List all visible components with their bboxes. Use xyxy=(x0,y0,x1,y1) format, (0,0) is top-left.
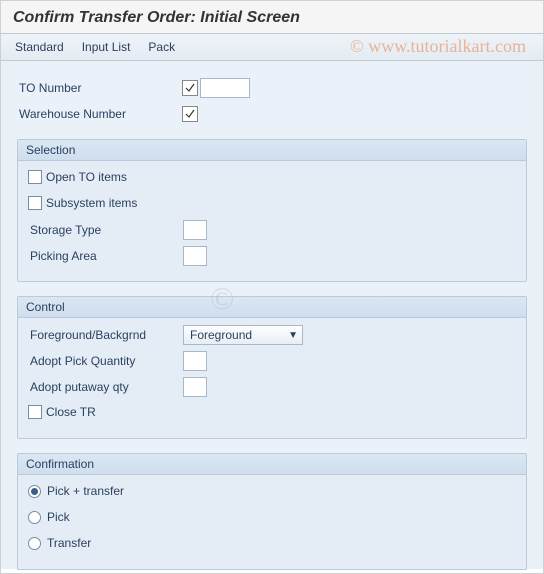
pick-transfer-label: Pick + transfer xyxy=(47,484,124,498)
warehouse-number-row: Warehouse Number xyxy=(17,103,527,125)
subsystem-items-checkbox[interactable]: Subsystem items xyxy=(28,193,516,213)
pick-radio[interactable]: Pick xyxy=(28,507,516,527)
confirmation-title: Confirmation xyxy=(18,454,526,475)
to-number-label: TO Number xyxy=(17,81,182,95)
adopt-putaway-qty-input[interactable] xyxy=(183,377,207,397)
page-title: Confirm Transfer Order: Initial Screen xyxy=(1,1,543,33)
content-area: TO Number Warehouse Number Selection Ope… xyxy=(1,61,543,569)
menu-bar: Standard Input List Pack xyxy=(1,33,543,61)
adopt-pick-quantity-label: Adopt Pick Quantity xyxy=(28,354,183,368)
warehouse-number-label: Warehouse Number xyxy=(17,107,182,121)
radio-icon xyxy=(28,485,41,498)
chevron-down-icon: ▼ xyxy=(288,330,298,341)
picking-area-input[interactable] xyxy=(183,246,207,266)
checkbox-icon xyxy=(28,196,42,210)
close-tr-checkbox[interactable]: Close TR xyxy=(28,402,516,422)
adopt-putaway-qty-label: Adopt putaway qty xyxy=(28,380,183,394)
to-number-input[interactable] xyxy=(200,78,250,98)
subsystem-items-label: Subsystem items xyxy=(46,196,137,210)
adopt-pick-quantity-row: Adopt Pick Quantity xyxy=(28,350,516,372)
adopt-pick-quantity-input[interactable] xyxy=(183,351,207,371)
menu-pack[interactable]: Pack xyxy=(148,40,175,54)
open-to-items-checkbox[interactable]: Open TO items xyxy=(28,167,516,187)
checkbox-icon xyxy=(28,170,42,184)
selection-group: Selection Open TO items Subsystem items … xyxy=(17,139,527,282)
checkbox-icon xyxy=(28,405,42,419)
foreground-background-value: Foreground xyxy=(190,328,252,342)
storage-type-input[interactable] xyxy=(183,220,207,240)
selection-title: Selection xyxy=(18,140,526,161)
radio-icon xyxy=(28,537,41,550)
storage-type-row: Storage Type xyxy=(28,219,516,241)
required-icon xyxy=(182,80,198,96)
control-group: Control Foreground/Backgrnd Foreground ▼… xyxy=(17,296,527,439)
storage-type-label: Storage Type xyxy=(28,223,183,237)
picking-area-row: Picking Area xyxy=(28,245,516,267)
adopt-putaway-qty-row: Adopt putaway qty xyxy=(28,376,516,398)
menu-standard[interactable]: Standard xyxy=(15,40,64,54)
transfer-radio[interactable]: Transfer xyxy=(28,533,516,553)
foreground-background-label: Foreground/Backgrnd xyxy=(28,328,183,342)
confirmation-group: Confirmation Pick + transfer Pick Transf… xyxy=(17,453,527,570)
transfer-label: Transfer xyxy=(47,536,91,550)
foreground-background-row: Foreground/Backgrnd Foreground ▼ xyxy=(28,324,516,346)
radio-icon xyxy=(28,511,41,524)
foreground-background-select[interactable]: Foreground ▼ xyxy=(183,325,303,345)
open-to-items-label: Open TO items xyxy=(46,170,127,184)
close-tr-label: Close TR xyxy=(46,405,96,419)
pick-label: Pick xyxy=(47,510,70,524)
menu-input-list[interactable]: Input List xyxy=(82,40,131,54)
pick-transfer-radio[interactable]: Pick + transfer xyxy=(28,481,516,501)
required-icon xyxy=(182,106,198,122)
to-number-row: TO Number xyxy=(17,77,527,99)
picking-area-label: Picking Area xyxy=(28,249,183,263)
control-title: Control xyxy=(18,297,526,318)
